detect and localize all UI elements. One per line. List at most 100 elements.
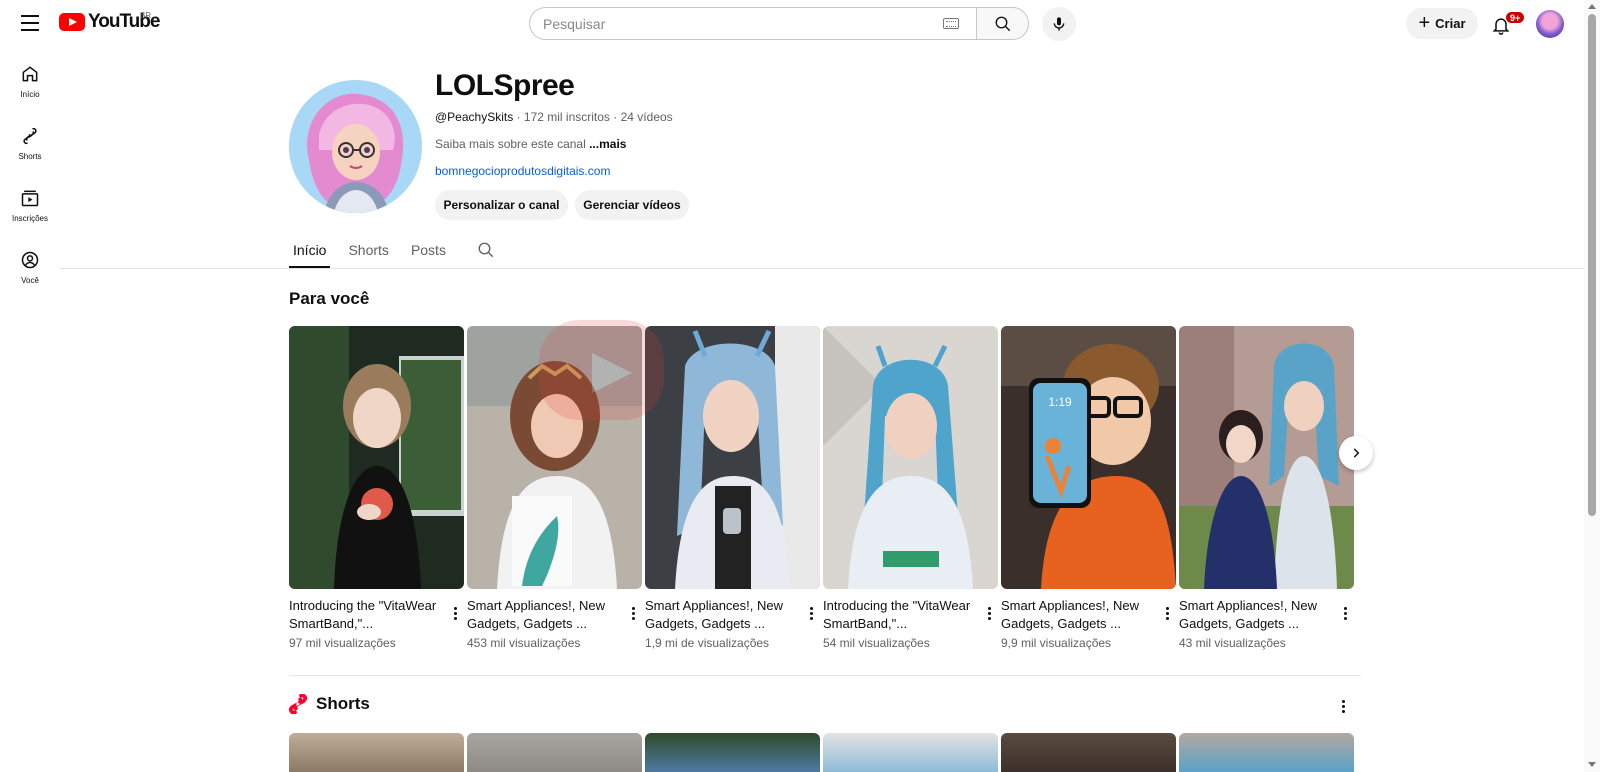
carousel-next-button[interactable] xyxy=(1339,436,1373,470)
video-thumbnail[interactable] xyxy=(289,326,464,589)
tab-posts[interactable]: Posts xyxy=(407,238,450,268)
short-thumbnail[interactable] xyxy=(1001,733,1176,772)
mini-guide: Início Shorts Inscrições Você xyxy=(0,56,60,304)
shorts-more-actions-button[interactable] xyxy=(1335,696,1351,716)
video-title[interactable]: Smart Appliances!, New Gadgets, Gadgets … xyxy=(1179,597,1329,633)
channel-name: LOLSpree xyxy=(435,69,575,102)
sidebar-item-label: Você xyxy=(21,276,39,285)
customize-channel-button[interactable]: Personalizar o canal xyxy=(435,190,568,220)
video-views: 9,9 mil visualizações xyxy=(1001,636,1112,650)
more-actions-button[interactable] xyxy=(1336,602,1354,624)
shorts-section-header: Shorts xyxy=(289,694,370,714)
scrollbar-thumb[interactable] xyxy=(1588,14,1596,516)
notifications-badge: 9+ xyxy=(1505,11,1526,24)
video-thumbnail[interactable] xyxy=(645,326,820,589)
channel-avatar[interactable] xyxy=(289,80,422,213)
video-card[interactable]: Smart Appliances!, New Gadgets, Gadgets … xyxy=(1179,326,1354,650)
channel-description[interactable]: Saiba mais sobre este canal ...mais xyxy=(435,137,626,151)
account-avatar[interactable] xyxy=(1536,10,1564,38)
video-views: 43 mil visualizações xyxy=(1179,636,1286,650)
you-icon xyxy=(21,251,39,269)
short-thumbnail[interactable] xyxy=(823,733,998,772)
tab-shorts[interactable]: Shorts xyxy=(344,238,392,268)
section-title-shorts: Shorts xyxy=(316,694,370,713)
create-label: Criar xyxy=(1435,16,1466,31)
thumbnail-image xyxy=(467,326,642,589)
description-text: Saiba mais sobre este canal xyxy=(435,137,586,151)
video-title[interactable]: Introducing the "VitaWear SmartBand,"... xyxy=(289,597,439,633)
short-thumbnail[interactable] xyxy=(289,733,464,772)
masthead: YouTube BR + Criar 9+ xyxy=(0,0,1584,46)
video-thumbnail[interactable] xyxy=(1179,326,1354,589)
chevron-right-icon xyxy=(1353,448,1360,458)
search-button[interactable] xyxy=(976,7,1029,40)
thumbnail-image: 1:19 xyxy=(1001,326,1176,589)
search-icon xyxy=(478,242,494,258)
sidebar-item-label: Início xyxy=(20,90,40,99)
sidebar-item-you[interactable]: Você xyxy=(0,242,60,304)
channel-tabs: Início Shorts Posts xyxy=(289,238,464,268)
video-card[interactable]: Smart Appliances!, New Gadgets, Gadgets … xyxy=(467,326,642,650)
video-title[interactable]: Introducing the "VitaWear SmartBand,"... xyxy=(823,597,973,633)
sidebar-item-home[interactable]: Início xyxy=(0,56,60,118)
sidebar-item-label: Shorts xyxy=(18,152,42,161)
meta-separator: · xyxy=(516,110,524,124)
sidebar-item-shorts[interactable]: Shorts xyxy=(0,118,60,180)
voice-search-button[interactable] xyxy=(1042,7,1076,41)
channel-meta: @PeachySkits · 172 mil inscritos · 24 ví… xyxy=(435,110,673,124)
tab-home[interactable]: Início xyxy=(289,238,331,268)
thumbnail-image xyxy=(1179,326,1354,589)
channel-external-link[interactable]: bomnegocioprodutosdigitais.com xyxy=(435,164,610,178)
phone-clock-text: 1:19 xyxy=(1048,395,1072,409)
search-icon xyxy=(995,16,1010,31)
scroll-down-arrow-icon[interactable] xyxy=(1588,762,1596,767)
video-count: 24 vídeos xyxy=(620,110,673,124)
section-title-for-you: Para você xyxy=(289,289,370,308)
video-card[interactable]: Introducing the "VitaWear SmartBand,"...… xyxy=(823,326,998,650)
video-card[interactable]: Introducing the "VitaWear SmartBand,"...… xyxy=(289,326,464,650)
more-actions-button[interactable] xyxy=(446,602,464,624)
scroll-up-arrow-icon[interactable] xyxy=(1588,4,1596,9)
channel-handle: @PeachySkits xyxy=(435,110,514,124)
short-thumbnail[interactable] xyxy=(645,733,820,772)
video-views: 54 mil visualizações xyxy=(823,636,930,650)
thumbnail-image xyxy=(645,326,820,589)
tab-search-button[interactable] xyxy=(477,241,495,264)
video-views: 1,9 mi de visualizações xyxy=(645,636,770,650)
sidebar-item-label: Inscrições xyxy=(11,214,48,223)
video-thumbnail[interactable] xyxy=(823,326,998,589)
hamburger-menu-button[interactable] xyxy=(14,8,46,38)
manage-videos-button[interactable]: Gerenciar vídeos xyxy=(575,190,689,220)
video-views: 97 mil visualizações xyxy=(289,636,396,650)
video-thumbnail[interactable]: 1:19 xyxy=(1001,326,1176,589)
more-actions-button[interactable] xyxy=(802,602,820,624)
short-thumbnail[interactable] xyxy=(467,733,642,772)
video-title[interactable]: Smart Appliances!, New Gadgets, Gadgets … xyxy=(467,597,617,633)
subscriptions-icon xyxy=(21,190,39,207)
shorts-logo-icon xyxy=(289,694,307,714)
tabs-divider xyxy=(59,268,1584,269)
thumbnail-image xyxy=(289,326,464,589)
video-views: 453 mil visualizações xyxy=(467,636,581,650)
short-thumbnail[interactable] xyxy=(1179,733,1354,772)
video-title[interactable]: Smart Appliances!, New Gadgets, Gadgets … xyxy=(645,597,795,633)
keyboard-icon[interactable] xyxy=(943,18,959,29)
description-more-link[interactable]: ...mais xyxy=(589,137,626,151)
more-actions-button[interactable] xyxy=(980,602,998,624)
channel-avatar-art xyxy=(289,80,422,213)
youtube-play-icon xyxy=(59,13,85,31)
video-card[interactable]: Smart Appliances!, New Gadgets, Gadgets … xyxy=(645,326,820,650)
shorts-icon xyxy=(23,127,37,145)
more-actions-button[interactable] xyxy=(1158,602,1176,624)
section-divider xyxy=(289,675,1361,676)
video-card[interactable]: 1:19 Smart Appliances!, New Gadgets, Gad… xyxy=(1001,326,1176,650)
create-button[interactable]: + Criar xyxy=(1406,8,1478,39)
home-icon xyxy=(22,66,38,82)
sidebar-item-subscriptions[interactable]: Inscrições xyxy=(0,180,60,242)
search-box xyxy=(529,7,1029,40)
video-thumbnail[interactable] xyxy=(467,326,642,589)
more-actions-button[interactable] xyxy=(624,602,642,624)
page-scrollbar[interactable] xyxy=(1584,0,1600,772)
video-title[interactable]: Smart Appliances!, New Gadgets, Gadgets … xyxy=(1001,597,1151,633)
search-input[interactable] xyxy=(529,7,976,40)
